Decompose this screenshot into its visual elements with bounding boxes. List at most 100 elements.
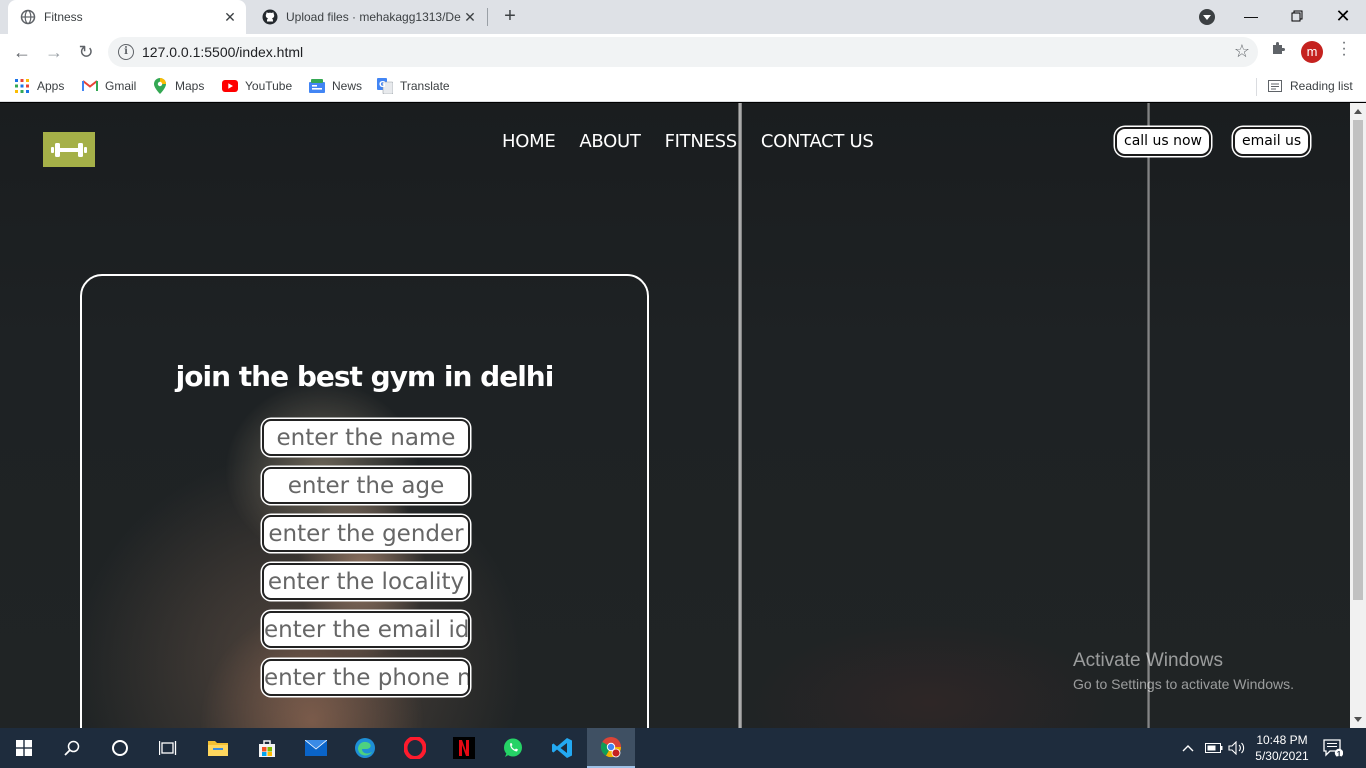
file-explorer-icon[interactable]	[194, 728, 242, 768]
vscode-icon[interactable]	[538, 728, 586, 768]
locality-field[interactable]	[262, 563, 470, 600]
translate-icon: G	[377, 78, 393, 94]
bookmark-gmail[interactable]: Gmail	[82, 76, 136, 96]
bookmark-news[interactable]: News	[309, 76, 362, 96]
bookmark-label: YouTube	[245, 79, 293, 93]
maps-pin-icon	[152, 78, 168, 94]
bookmark-label: Translate	[400, 79, 450, 93]
reload-icon[interactable]: ↻	[74, 40, 98, 64]
tab-github-upload[interactable]: Upload files · mehakagg1313/De ✕	[250, 0, 486, 34]
page-scrollbar[interactable]	[1350, 103, 1366, 728]
tab-divider	[487, 8, 488, 26]
bookmark-label: News	[332, 79, 363, 93]
netflix-icon[interactable]	[440, 728, 488, 768]
bookmark-apps[interactable]: Apps	[14, 76, 64, 96]
gmail-icon	[82, 78, 98, 94]
bookmark-label: Reading list	[1290, 79, 1353, 93]
extensions-icon[interactable]	[1270, 40, 1286, 61]
nav-contact-us[interactable]: CONTACT US	[761, 131, 874, 152]
watermark-title: Activate Windows	[1073, 650, 1223, 671]
restore-icon[interactable]	[1274, 0, 1320, 32]
bookmarks-divider	[1256, 78, 1257, 96]
youtube-icon	[222, 78, 238, 94]
browser-toolbar: ← → ↻ i 127.0.0.1:5500/index.html ☆	[0, 34, 1366, 70]
bookmark-star-icon[interactable]: ☆	[1234, 41, 1250, 62]
scrollbar-thumb[interactable]	[1353, 120, 1363, 600]
mail-icon[interactable]	[292, 728, 340, 768]
close-window-icon[interactable]: ✕	[1320, 0, 1366, 32]
svg-text:G: G	[379, 80, 386, 89]
watermark-subtitle: Go to Settings to activate Windows.	[1073, 676, 1294, 692]
scroll-down-icon[interactable]	[1354, 717, 1362, 722]
tab-fitness[interactable]: Fitness ✕	[8, 0, 246, 34]
windows-taskbar: 10:48 PM 5/30/2021 1	[0, 728, 1366, 768]
email-input[interactable]	[264, 613, 468, 646]
system-clock[interactable]: 10:48 PM 5/30/2021	[1250, 732, 1314, 764]
email-us-button[interactable]: email us	[1233, 127, 1311, 156]
name-field[interactable]	[262, 419, 470, 456]
site-info-icon[interactable]: i	[118, 44, 134, 60]
bookmark-translate[interactable]: G Translate	[377, 76, 450, 96]
locality-input[interactable]	[264, 565, 468, 598]
search-icon[interactable]	[48, 728, 96, 768]
site-nav: HOME ABOUT FITNESS CONTACT US	[502, 131, 898, 152]
forward-icon[interactable]: →	[42, 40, 66, 64]
clock-date: 5/30/2021	[1255, 749, 1309, 763]
nav-about[interactable]: ABOUT	[579, 131, 640, 152]
task-view-icon[interactable]	[144, 728, 192, 768]
gender-input[interactable]	[264, 517, 468, 550]
nav-fitness[interactable]: FITNESS	[665, 131, 738, 152]
bookmark-maps[interactable]: Maps	[152, 76, 204, 96]
battery-icon[interactable]	[1205, 728, 1223, 768]
age-input[interactable]	[264, 469, 468, 502]
tab-search-icon[interactable]	[1199, 9, 1215, 25]
minimize-icon[interactable]: —	[1228, 0, 1274, 32]
tab-strip: Fitness ✕ Upload files · mehakagg1313/De…	[0, 0, 1366, 34]
news-icon	[309, 78, 325, 94]
form-title: join the best gym in delhi	[175, 360, 555, 393]
volume-icon[interactable]	[1228, 728, 1246, 768]
phone-field[interactable]	[262, 659, 470, 696]
store-icon[interactable]	[243, 728, 291, 768]
phone-input[interactable]	[264, 661, 468, 694]
bookmark-youtube[interactable]: YouTube	[222, 76, 292, 96]
scroll-up-icon[interactable]	[1354, 109, 1362, 114]
back-icon[interactable]: ←	[10, 40, 34, 64]
url-text: 127.0.0.1:5500/index.html	[142, 44, 304, 60]
edge-icon[interactable]	[341, 728, 389, 768]
address-bar[interactable]: i 127.0.0.1:5500/index.html ☆	[108, 37, 1258, 67]
clock-time: 10:48 PM	[1256, 733, 1308, 747]
notifications-icon[interactable]: 1	[1323, 728, 1343, 768]
chrome-icon[interactable]	[587, 728, 635, 768]
bookmark-label: Apps	[37, 79, 65, 93]
gym-landing-page: HOME ABOUT FITNESS CONTACT US call us no…	[0, 103, 1350, 728]
profile-avatar[interactable]: m	[1301, 41, 1323, 63]
globe-icon	[20, 9, 36, 25]
whatsapp-icon[interactable]	[489, 728, 537, 768]
dumbbell-logo-icon[interactable]	[43, 132, 95, 167]
start-icon[interactable]	[0, 728, 48, 768]
show-hidden-icons[interactable]	[1182, 728, 1194, 768]
close-tab-icon[interactable]: ✕	[222, 9, 238, 25]
close-tab-icon[interactable]: ✕	[462, 9, 478, 25]
github-icon	[262, 9, 278, 25]
call-us-now-button[interactable]: call us now	[1115, 127, 1212, 156]
gender-field[interactable]	[262, 515, 470, 552]
reading-list-button[interactable]: Reading list	[1267, 76, 1353, 96]
new-tab-icon[interactable]: +	[500, 6, 520, 26]
tab-title: Fitness	[44, 10, 83, 24]
notification-count: 1	[1336, 750, 1342, 759]
tab-title: Upload files · mehakagg1313/De	[286, 10, 461, 24]
background-pole	[1147, 103, 1150, 728]
cortana-icon[interactable]	[96, 728, 144, 768]
join-form-container: join the best gym in delhi	[80, 274, 649, 728]
opera-icon[interactable]	[391, 728, 439, 768]
nav-home[interactable]: HOME	[502, 131, 556, 152]
browser-menu-icon[interactable]: · · ·	[1336, 35, 1352, 63]
email-field[interactable]	[262, 611, 470, 648]
reading-list-icon	[1267, 78, 1283, 94]
age-field[interactable]	[262, 467, 470, 504]
bookmarks-bar: Apps Gmail Maps YouTube News G Translate	[0, 70, 1366, 102]
activate-windows-watermark: Activate Windows Go to Settings to activ…	[1073, 650, 1294, 692]
name-input[interactable]	[264, 421, 468, 454]
